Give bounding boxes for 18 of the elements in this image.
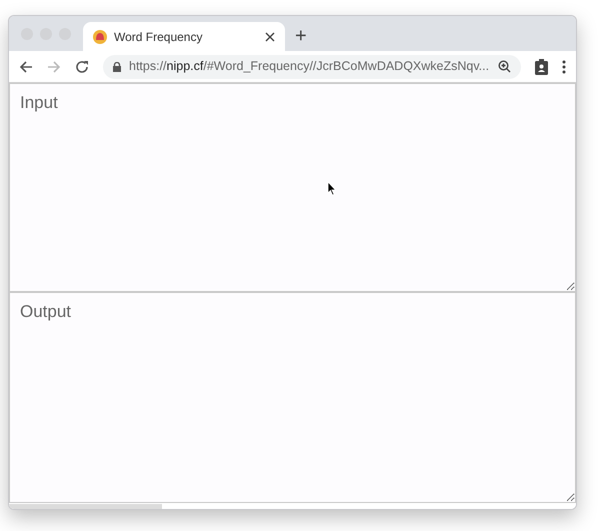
address-bar[interactable]: https://nipp.cf/#Word_Frequency//JcrBCoMwDADQXwkeZsNqv... — [103, 54, 521, 78]
close-icon[interactable] — [265, 32, 275, 42]
reload-icon[interactable] — [75, 60, 89, 74]
url-text: https://nipp.cf/#Word_Frequency//JcrBCoMwDADQXwkeZsNqv... — [129, 58, 490, 76]
output-field[interactable]: Output — [9, 292, 576, 503]
lock-icon — [113, 62, 121, 72]
extension-icon[interactable] — [535, 58, 548, 74]
new-tab-button[interactable]: + — [295, 26, 307, 46]
menu-icon[interactable] — [562, 60, 566, 74]
zoom-icon[interactable] — [498, 60, 511, 73]
scrollbar-thumb[interactable] — [9, 504, 162, 509]
tab-title: Word Frequency — [114, 28, 204, 46]
mouse-cursor-icon — [327, 181, 337, 196]
favicon-icon — [93, 30, 107, 44]
horizontal-scrollbar[interactable] — [9, 503, 576, 509]
input-field[interactable]: Input — [9, 83, 576, 292]
back-icon[interactable] — [19, 60, 33, 74]
browser-tab[interactable]: Word Frequency — [83, 22, 285, 51]
